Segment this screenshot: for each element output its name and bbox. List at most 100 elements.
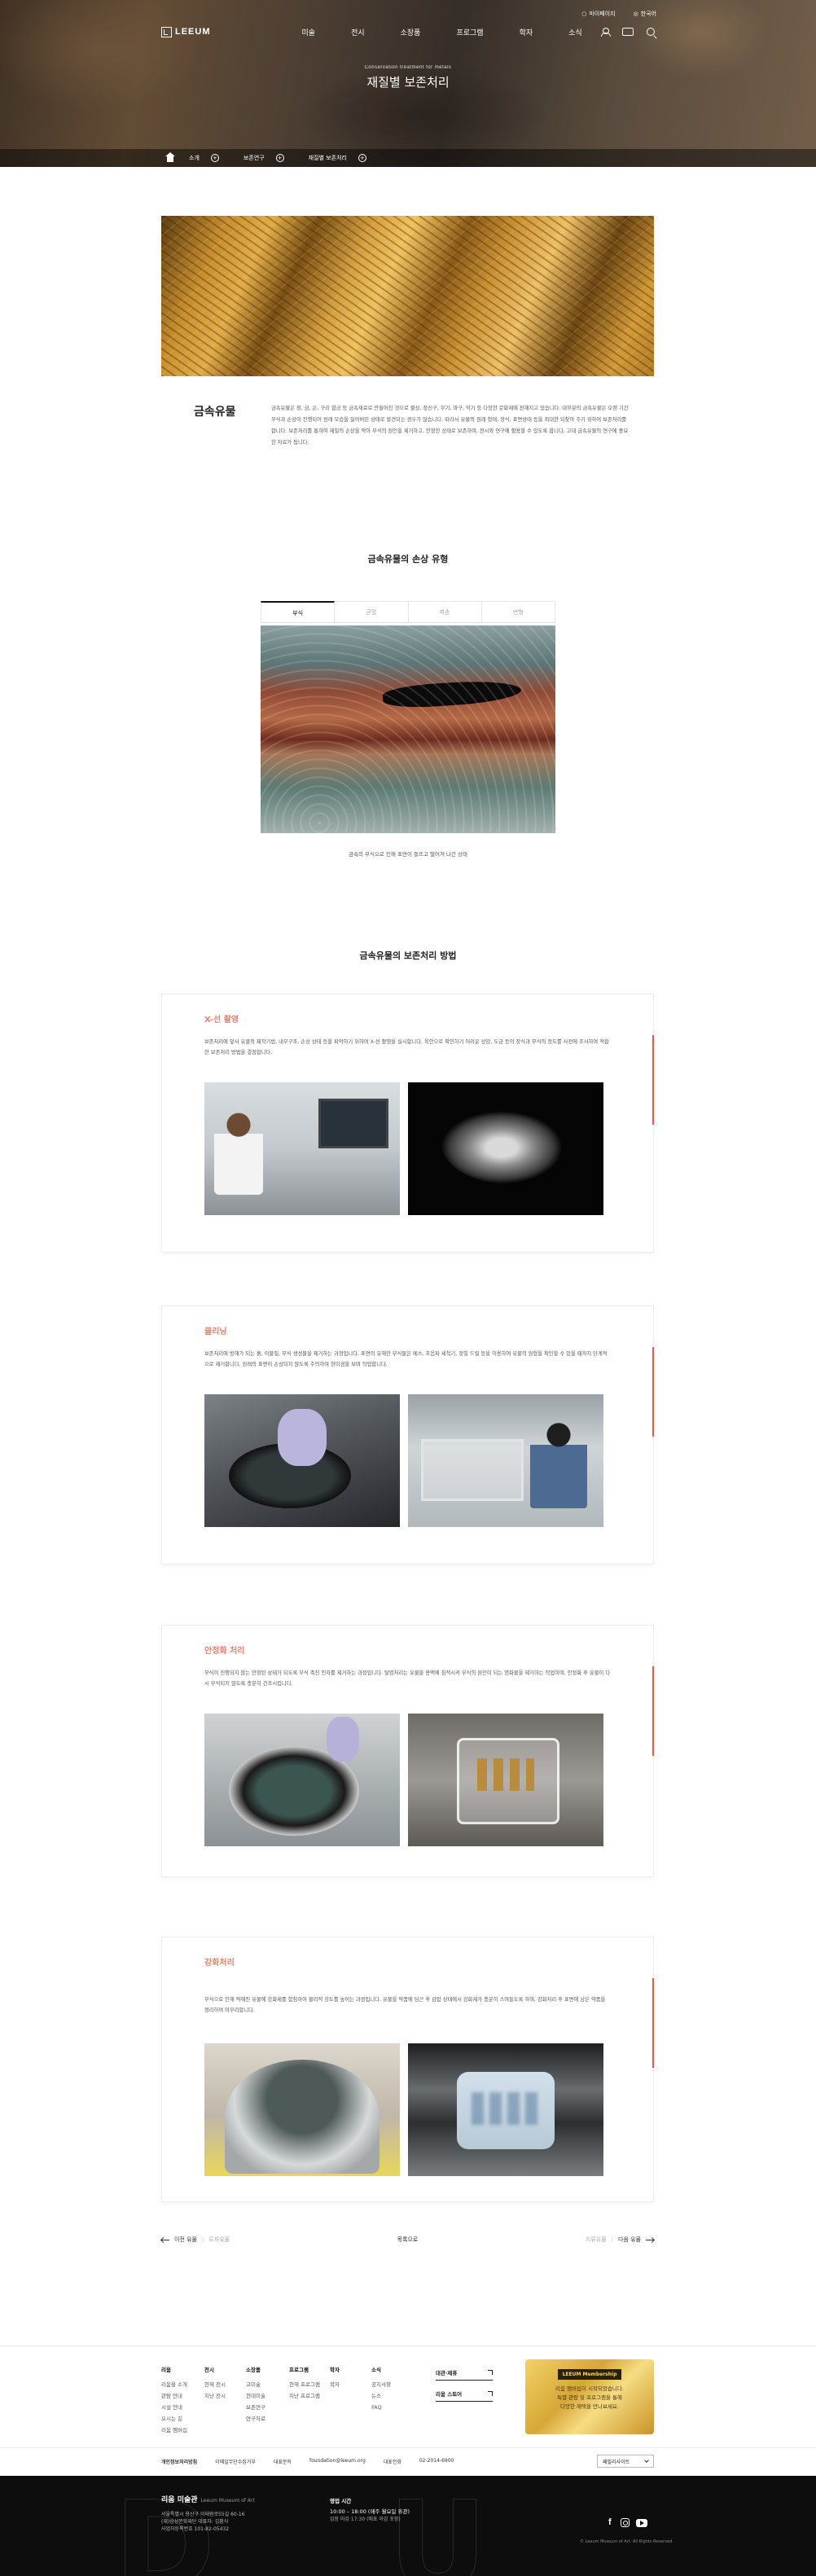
method-card-xray: X-선 촬영 보존처리에 앞서 유물의 제작기법, 내부구조, 손상 상태 등을… xyxy=(161,994,654,1253)
globe-icon: ◎ xyxy=(633,11,638,17)
ticket-icon[interactable] xyxy=(622,28,634,36)
utility-nav: ○ 마이페이지 ◎ 한국어 xyxy=(581,10,656,18)
footer-link[interactable]: 학자 xyxy=(330,2379,340,2390)
footer-link[interactable]: 현재 프로그램 xyxy=(289,2379,320,2390)
rental-button[interactable]: 대관·제휴 xyxy=(436,2364,493,2381)
search-icon[interactable] xyxy=(647,28,655,36)
method-text: 부식으로 인해 약해진 유물에 강화제를 함침하여 물리적 강도를 높이는 과정… xyxy=(204,1997,606,2013)
method-heading: 안정화 처리 xyxy=(204,1647,245,1656)
social-links: f xyxy=(608,2518,647,2527)
footer-bottom: 리움 미술관Leeum Museum of Art 서울특별시 용산구 이태원로… xyxy=(0,2476,816,2576)
menu-item-collection[interactable]: 소장품 xyxy=(401,27,421,37)
plus-icon: + xyxy=(358,154,366,162)
copyright: © Leeum Museum of Art. All Rights Reserv… xyxy=(580,2539,673,2544)
opening-hours: 영업 시간 10:00 – 18:00 (매주 월요일 휴관) 입장 마감 17… xyxy=(330,2498,410,2522)
list-link[interactable]: 목록으로 xyxy=(161,2236,654,2244)
tab-deformation[interactable]: 변형 xyxy=(481,601,555,622)
footer-policy-bar: 개인정보처리방침 이메일무단수집거부 대표문의 foundation@leeum… xyxy=(0,2447,816,2476)
global-nav: LEEUM 미술 전시 소장품 프로그램 학자 소식 xyxy=(161,24,655,40)
footer-link[interactable]: 연구자료 xyxy=(246,2413,265,2425)
footer-link[interactable]: 지난 전시 xyxy=(204,2390,226,2402)
footer-link[interactable]: 보존연구 xyxy=(246,2402,265,2413)
footer-link[interactable]: FAQ xyxy=(371,2402,391,2413)
menu-item-art[interactable]: 미술 xyxy=(302,27,316,37)
chevron-down-icon xyxy=(644,2458,649,2463)
facebook-icon[interactable]: f xyxy=(608,2518,614,2527)
breadcrumb-item-current[interactable]: 재질별 보존처리 + xyxy=(299,149,381,167)
footer-col-news: 소식 공지사항 뉴스 FAQ xyxy=(371,2364,391,2413)
footer-link[interactable]: 오시는 길 xyxy=(161,2413,187,2425)
policy-links: 개인정보처리방침 이메일무단수집거부 대표문의 foundation@leeum… xyxy=(161,2458,454,2465)
footer-link[interactable]: 공지사항 xyxy=(371,2379,391,2390)
tab-breakage[interactable]: 파손 xyxy=(408,601,482,622)
prev-next-nav: 이전 유물 | 도자유물 목록으로 지류유물 | 다음 유물 xyxy=(161,2232,654,2248)
footer-buttons: 대관·제휴 리움 스토어 xyxy=(436,2364,493,2407)
instagram-icon[interactable] xyxy=(621,2518,630,2527)
contact-label: 대표문의 xyxy=(273,2460,292,2465)
breadcrumb-item-research[interactable]: 보존연구 + xyxy=(234,149,299,167)
intro-title: 금속유물 xyxy=(194,406,236,419)
header-icons xyxy=(601,27,655,37)
main-menu: 미술 전시 소장품 프로그램 학자 소식 xyxy=(302,27,582,37)
home-icon[interactable] xyxy=(161,149,179,167)
footer-link[interactable]: 시설 안내 xyxy=(161,2402,187,2413)
footer-link[interactable]: 리움 멤버십 xyxy=(161,2425,187,2436)
footer-link[interactable]: 뉴스 xyxy=(371,2390,391,2402)
menu-item-program[interactable]: 프로그램 xyxy=(456,27,483,37)
fumehood-photo xyxy=(408,1394,603,1527)
user-icon[interactable] xyxy=(601,27,611,37)
method-heading: 클리닝 xyxy=(204,1327,227,1336)
plus-icon: + xyxy=(210,154,219,162)
contact-email[interactable]: foundation@leeum.org xyxy=(309,2458,366,2465)
site-logo[interactable]: LEEUM xyxy=(161,26,211,37)
youtube-icon[interactable] xyxy=(636,2518,647,2527)
tab-crack[interactable]: 균열 xyxy=(335,601,409,622)
stabilization-box-photo xyxy=(408,1714,603,1846)
cleaning-photo xyxy=(204,1394,400,1527)
hero-banner: ○ 마이페이지 ◎ 한국어 LEEUM 미술 전시 소장품 프로그램 학자 소식 C… xyxy=(0,0,816,167)
language-selector[interactable]: ◎ 한국어 xyxy=(634,10,656,18)
membership-banner[interactable]: LEEUM Membership 리움 멤버십이 시작되었습니다. 특별 관람 … xyxy=(525,2359,654,2434)
consolidation-pot-photo xyxy=(204,2043,400,2176)
org-name: 리움 미술관Leeum Museum of Art xyxy=(161,2496,255,2504)
menu-item-news[interactable]: 소식 xyxy=(568,27,582,37)
footer-link[interactable]: 현재 전시 xyxy=(204,2379,226,2390)
phone-label: 대표전화 xyxy=(383,2460,401,2465)
footer-link[interactable]: 리움을 소개 xyxy=(161,2379,187,2390)
plus-icon: + xyxy=(275,154,284,162)
footer-col-scholar: 학자 학자 xyxy=(330,2364,340,2390)
breadcrumb-item-about[interactable]: 소개 + xyxy=(179,149,234,167)
user-icon: ○ xyxy=(581,11,587,17)
email-policy-link[interactable]: 이메일무단수집거부 xyxy=(215,2458,256,2465)
family-site-select[interactable]: 패밀리사이트 xyxy=(597,2455,654,2468)
method-heading: 강화처리 xyxy=(204,1959,235,1968)
mypage-link[interactable]: ○ 마이페이지 xyxy=(581,10,615,18)
footer-link[interactable]: 고미술 xyxy=(246,2379,265,2390)
store-button[interactable]: 리움 스토어 xyxy=(436,2385,493,2402)
external-link-icon xyxy=(488,2369,493,2375)
damage-tabs: 부식 균열 파손 변형 xyxy=(261,601,555,623)
footer-link[interactable]: 지난 프로그램 xyxy=(289,2390,320,2402)
logo-icon xyxy=(161,26,172,37)
damage-section-title: 금속유물의 손상 유형 xyxy=(367,554,449,564)
privacy-policy-link[interactable]: 개인정보처리방침 xyxy=(161,2458,197,2465)
hero-subtitle: Conservation treatment for metals xyxy=(364,65,452,70)
footer-link[interactable]: 관람 안내 xyxy=(161,2390,187,2402)
footer-col-exhibition: 전시 현재 전시 지난 전시 xyxy=(204,2364,226,2402)
footer-col-collection: 소장품 고미술 현대미술 보존연구 연구자료 xyxy=(246,2364,265,2425)
tab-corrosion[interactable]: 부식 xyxy=(261,601,336,622)
footer-col-leeum: 리움 리움을 소개 관람 안내 시설 안내 오시는 길 리움 멤버십 xyxy=(161,2364,187,2436)
breadcrumb-bar: 소개 + 보존연구 + 재질별 보존처리 + xyxy=(0,149,816,167)
hero-title-block: Conservation treatment for metals 재질별 보존… xyxy=(0,65,816,90)
external-link-icon xyxy=(488,2390,493,2396)
xray-lab-photo xyxy=(204,1082,400,1215)
phone-number: 02-2014-6900 xyxy=(419,2458,454,2464)
method-card-cleaning: 클리닝 보존처리에 방해가 되는 흙, 이물질, 부식 생성물을 제거하는 과정… xyxy=(161,1306,654,1564)
footer-link[interactable]: 현대미술 xyxy=(246,2390,265,2402)
menu-item-exhibition[interactable]: 전시 xyxy=(351,27,365,37)
methods-section-title: 금속유물의 보존처리 방법 xyxy=(359,950,457,961)
menu-item-scholar[interactable]: 학자 xyxy=(520,27,533,37)
method-text: 보존처리에 앞서 유물의 제작기법, 내부구조, 손상 상태 등을 파악하기 위… xyxy=(204,1039,609,1055)
breadcrumb: 소개 + 보존연구 + 재질별 보존처리 + xyxy=(161,149,381,167)
method-card-stabilization: 안정화 처리 부식이 진행되지 않는 안정된 상태가 되도록 부식 촉진 인자를… xyxy=(161,1625,654,1877)
